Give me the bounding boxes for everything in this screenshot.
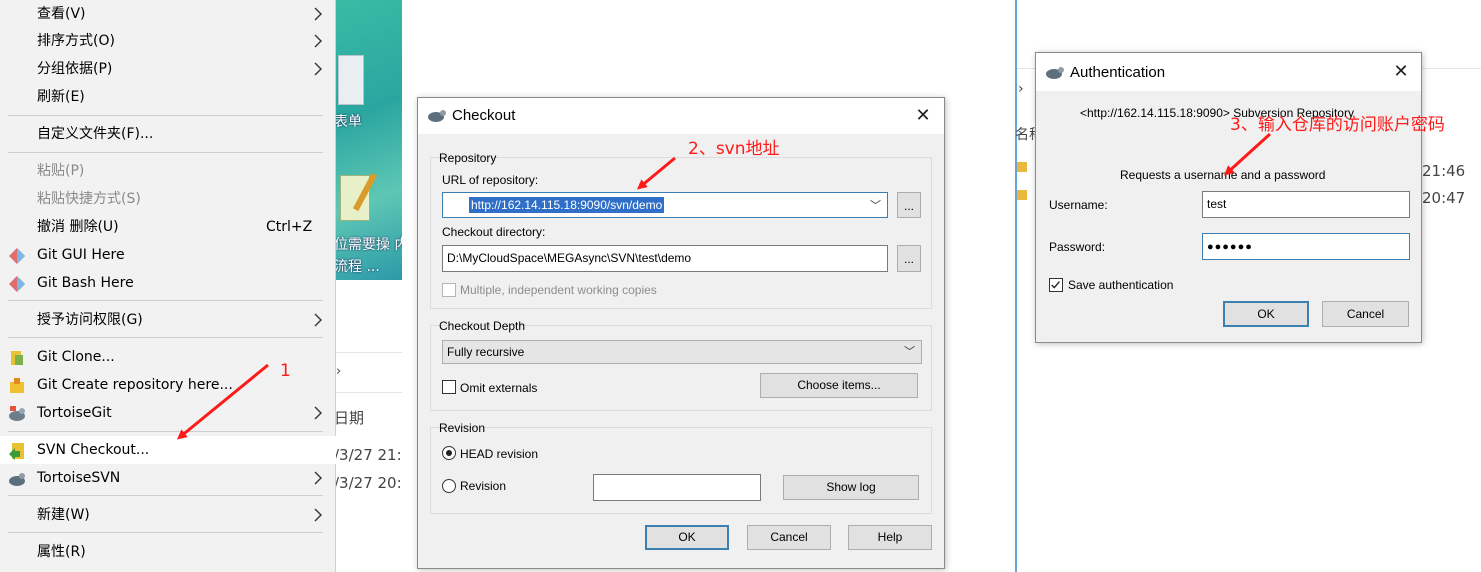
annotation-step-1: 1 [280,361,291,381]
annotation-arrow-1 [176,363,269,440]
annotation-arrow-2 [636,156,676,190]
annotation-step-3: 3、输入仓库的访问账户密码 [1230,115,1445,135]
annotation-arrows [176,132,1272,440]
annotation-step-2: 2、svn地址 [688,139,780,159]
annotation-arrow-3 [1224,132,1272,176]
